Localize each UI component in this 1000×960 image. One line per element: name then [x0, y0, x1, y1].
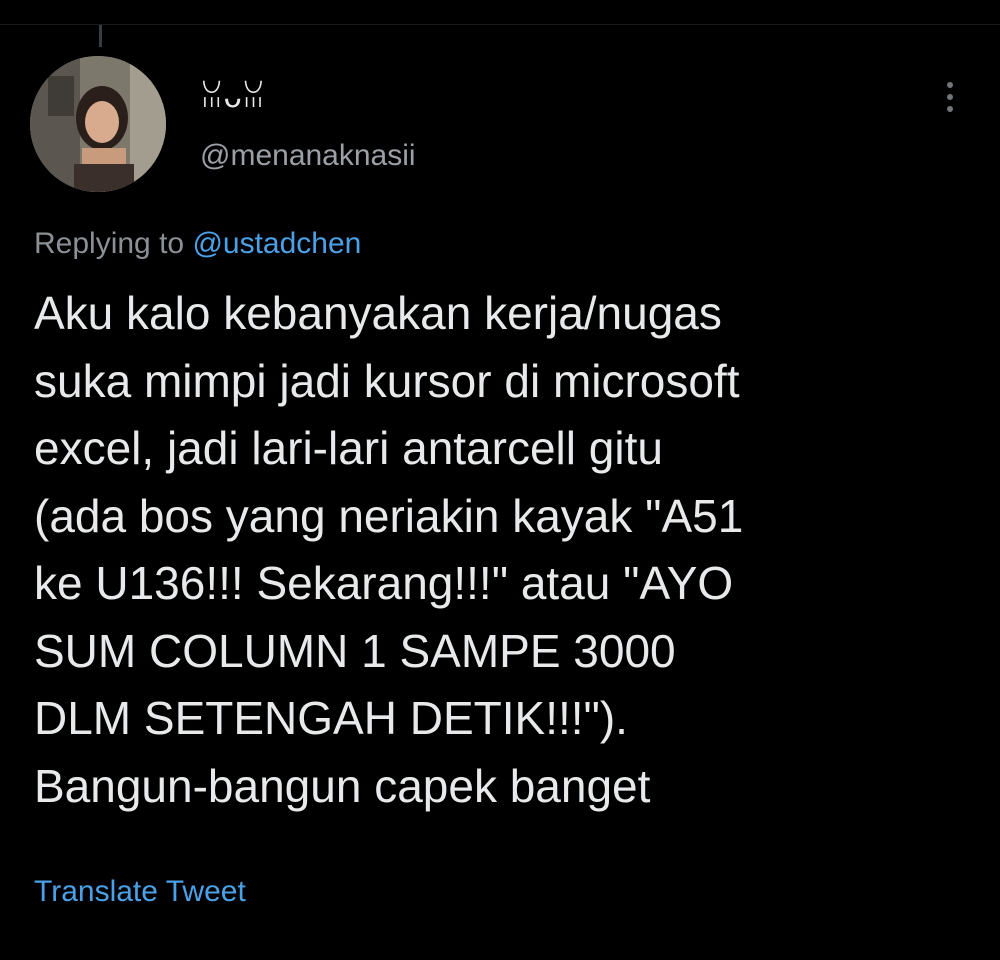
more-vertical-icon [947, 82, 953, 88]
thread-connector-line [99, 25, 102, 47]
tweet-text-line: excel, jadi lari-lari antarcell gitu [34, 422, 663, 474]
avatar[interactable] [30, 56, 166, 192]
replying-to-label: Replying to [34, 227, 185, 260]
tweet-text-line: Aku kalo kebanyakan kerja/nugas [34, 287, 722, 339]
more-options-button[interactable] [930, 76, 970, 118]
more-vertical-icon-dot [947, 106, 953, 112]
tweet-text: Aku kalo kebanyakan kerja/nugas suka mim… [34, 280, 984, 820]
tweet-text-line: Bangun-bangun capek banget [34, 759, 651, 812]
tweet-text-line: SUM COLUMN 1 SAMPE 3000 [34, 624, 676, 677]
avatar-photo [30, 56, 166, 192]
display-name[interactable]: ꈍᴗꈍ [200, 80, 265, 116]
tweet-text-line: suka mimpi jadi kursor di microsoft [34, 354, 740, 407]
top-divider [0, 24, 1000, 25]
tweet-text-line: ke U136!!! Sekarang!!!" atau "AYO [34, 557, 734, 609]
replying-to-mention[interactable]: @ustadchen [192, 227, 361, 260]
tweet-text-line: (ada bos yang neriakin kayak "A51 [34, 489, 744, 542]
user-handle[interactable]: @menanaknasii [200, 136, 416, 176]
more-vertical-icon-dot [947, 94, 953, 100]
translate-tweet-link[interactable]: Translate Tweet [34, 872, 246, 912]
tweet-text-line: DLM SETENGAH DETIK!!!"). [34, 692, 628, 744]
replying-to-line: Replying to @ustadchen [34, 224, 361, 264]
